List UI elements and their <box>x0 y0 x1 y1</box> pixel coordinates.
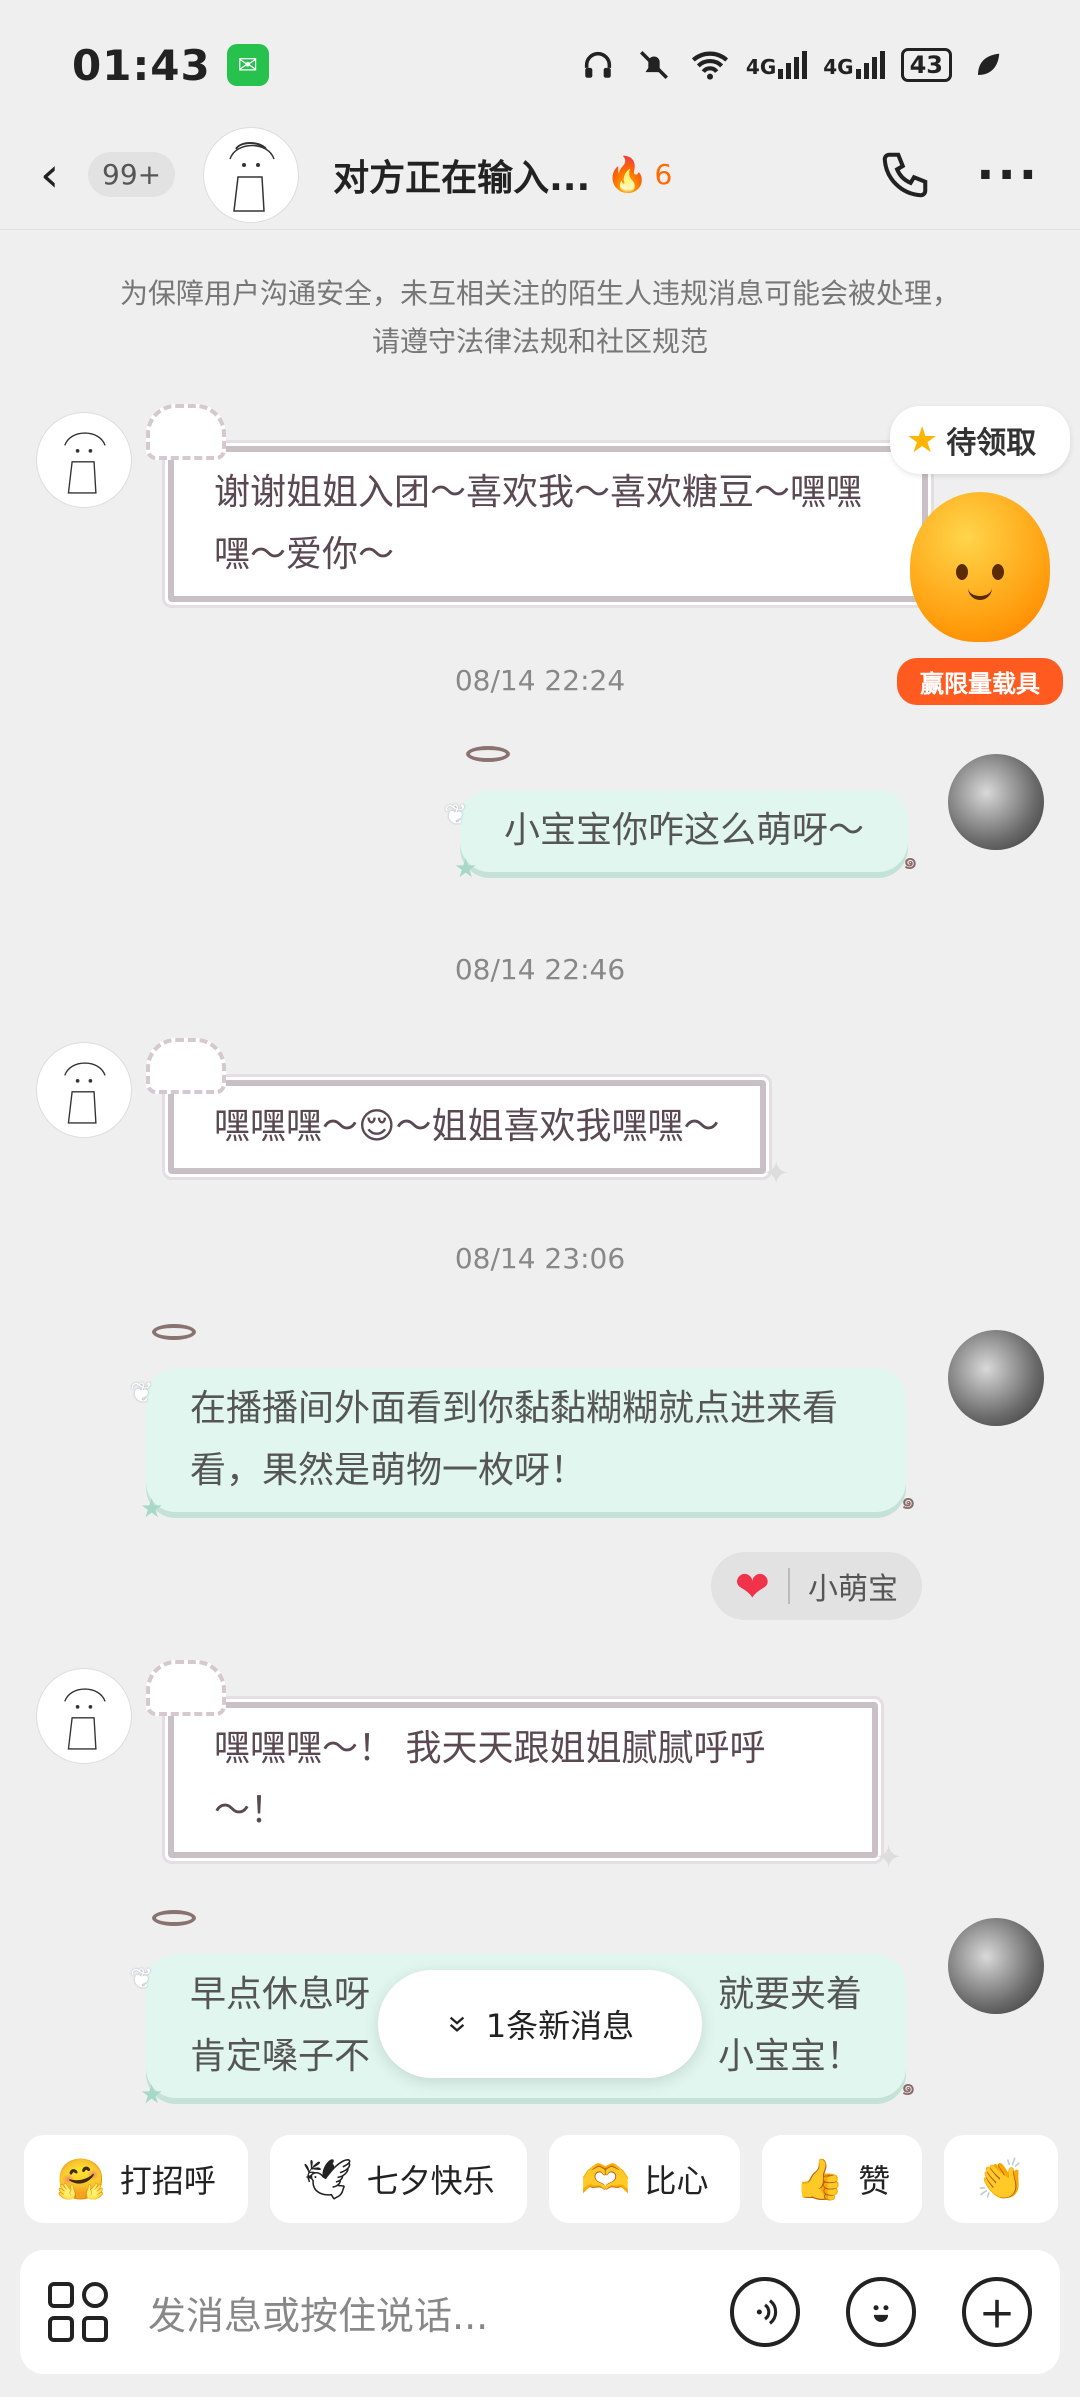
network-type-2: 4G <box>823 55 854 79</box>
safety-notice: 为保障用户沟通安全，未互相关注的陌生人违规消息可能会被处理，请遵守法律法规和社区… <box>119 277 960 358</box>
message-text-part: ～姐姐喜欢我嘿嘿～ <box>395 1106 720 1147</box>
wing-decoration: ❦ <box>130 1376 154 1409</box>
signal-2-icon: 4G <box>823 51 885 79</box>
unread-count-badge[interactable]: 99+ <box>88 152 176 197</box>
new-message-pill[interactable]: 1条新消息 <box>378 1970 702 2078</box>
quick-reply-label: 打招呼 <box>119 2162 216 2200</box>
quick-reply-more[interactable]: 👏 <box>944 2135 1059 2223</box>
clap-emoji-icon: 👏 <box>976 2156 1027 2203</box>
chevron-down-icon <box>446 2005 468 2043</box>
reaction-chip[interactable]: ❤ 小萌宝 <box>710 1552 922 1620</box>
divider <box>788 1568 790 1604</box>
star-decoration: ★ <box>140 2080 164 2110</box>
message-text-part: 小宝宝！ <box>717 2036 862 2077</box>
voice-button[interactable] <box>730 2277 800 2347</box>
heart-icon: ❤ <box>734 1561 770 1611</box>
halo-decoration <box>465 746 510 762</box>
timestamp: 08/14 22:24 <box>454 664 626 697</box>
emoji-button[interactable] <box>846 2277 916 2347</box>
message-text-part: 肯定嗓子不 <box>190 2036 371 2077</box>
reward-pill-label: 待领取 <box>946 426 1037 461</box>
bunny-decoration <box>146 1660 226 1716</box>
chat-title: 对方正在输入... <box>333 157 591 199</box>
message-bubble-outgoing[interactable]: ❦ 小宝宝你咋这么萌呀～ ★ ๑ <box>444 746 918 884</box>
apps-grid-icon[interactable] <box>48 2282 108 2342</box>
message-text-part: 就要夹着 <box>717 1974 862 2015</box>
quick-reply-qixi[interactable]: 🕊 七夕快乐 <box>269 2135 527 2223</box>
message-text-part: 嘿嘿嘿～ <box>214 1106 359 1147</box>
network-type-1: 4G <box>745 55 777 79</box>
message-text-part: 早点休息呀 <box>190 1974 371 2015</box>
reactor-name: 小萌宝 <box>808 1572 898 1607</box>
status-bar: 01:43 ✉ 4G 4G 43 <box>0 0 1080 130</box>
new-message-label: 1条新消息 <box>485 2007 635 2045</box>
star-decoration: ★ <box>140 1494 164 1524</box>
heart-hands-emoji-icon: 🫶 <box>580 2156 631 2203</box>
quick-reply-heart[interactable]: 🫶 比心 <box>548 2135 741 2223</box>
bird-emoji-icon: 🕊 <box>301 2156 353 2203</box>
reward-pill[interactable]: ★ 待领取 <box>890 406 1070 474</box>
relieved-face-emoji-icon: 😌 <box>358 1106 396 1147</box>
timestamp: 08/14 23:06 <box>454 1242 626 1275</box>
quick-replies-bar: 🤗 打招呼 🕊 七夕快乐 🫶 比心 👍 赞 👏 <box>0 2135 1080 2235</box>
quick-reply-greet[interactable]: 🤗 打招呼 <box>24 2135 248 2223</box>
back-button[interactable]: ‹ <box>40 145 80 205</box>
chat-header: ‹ 99+ 对方正在输入... 🔥 6 ··· <box>0 120 1080 230</box>
star-decoration: ★ <box>453 854 478 884</box>
reward-widget[interactable]: ★ 待领取 赢限量载具 <box>890 406 1070 705</box>
leaf-icon <box>968 45 1008 85</box>
thumbs-up-emoji-icon: 👍 <box>794 2156 845 2203</box>
mute-bell-icon <box>634 45 674 85</box>
quick-reply-label: 比心 <box>644 2162 709 2200</box>
contact-avatar[interactable] <box>203 126 300 223</box>
halo-decoration <box>152 1910 196 1926</box>
bunny-decoration <box>146 1038 226 1094</box>
message-bubble-outgoing[interactable]: ❦ 在播播间外面看到你黏黏糊糊就点进来看看，果然是萌物一枚呀！ ★ ๑ <box>130 1324 916 1524</box>
quick-reply-label: 赞 <box>858 2162 891 2200</box>
my-avatar[interactable] <box>948 754 1044 850</box>
wechat-notification-icon: ✉ <box>226 44 269 86</box>
wing-decoration: ❦ <box>130 1962 154 1995</box>
quick-reply-label: 七夕快乐 <box>366 2162 495 2200</box>
message-text: 在播播间外面看到你黏黏糊糊就点进来看看，果然是萌物一枚呀！ <box>190 1388 839 1491</box>
battery-indicator: 43 <box>900 48 952 82</box>
halo-decoration <box>152 1324 196 1340</box>
contact-avatar-msg[interactable] <box>36 1668 132 1764</box>
message-bubble-incoming[interactable]: 嘿嘿嘿～😌～姐姐喜欢我嘿嘿～ ✦ <box>146 1038 790 1192</box>
message-text: 嘿嘿嘿～！ 我天天跟姐姐腻腻呼呼～！ <box>214 1728 766 1831</box>
wifi-icon <box>690 45 730 85</box>
wave-emoji-icon: 🤗 <box>56 2156 106 2203</box>
headphones-icon <box>578 45 618 85</box>
status-icons: 4G 4G 43 <box>578 45 1008 85</box>
mascot-icon[interactable] <box>910 492 1050 642</box>
swirl-decoration: ๑ <box>902 847 918 875</box>
sparkle-decoration: ✦ <box>762 1154 790 1192</box>
message-input[interactable]: 发消息或按住说话... <box>148 2285 488 2340</box>
phone-call-button[interactable] <box>870 140 940 210</box>
star-icon: ★ <box>906 419 939 461</box>
swirl-decoration: ๑ <box>900 1487 916 1515</box>
fire-streak-icon: 🔥 <box>606 154 649 195</box>
more-options-button[interactable]: ··· <box>976 151 1040 199</box>
message-text: 谢谢姐姐入团～喜欢我～喜欢糖豆～嘿嘿嘿～爱你～ <box>214 472 863 575</box>
swirl-decoration: ๑ <box>900 2073 916 2101</box>
add-button[interactable]: ＋ <box>962 2277 1032 2347</box>
message-text: 小宝宝你咋这么萌呀～ <box>503 810 864 851</box>
streak-count: 6 <box>654 158 673 191</box>
my-avatar[interactable] <box>948 1918 1044 2014</box>
signal-1-icon: 4G <box>745 51 808 79</box>
contact-avatar-msg[interactable] <box>36 412 132 508</box>
message-bubble-incoming[interactable]: 谢谢姐姐入团～喜欢我～喜欢糖豆～嘿嘿嘿～爱你～ ✦ <box>146 404 952 620</box>
contact-avatar-msg[interactable] <box>36 1042 132 1138</box>
timestamp: 08/14 22:46 <box>454 953 626 986</box>
wing-decoration: ❦ <box>443 798 468 831</box>
my-avatar[interactable] <box>948 1330 1044 1426</box>
message-input-bar: 发消息或按住说话... ＋ <box>20 2250 1060 2374</box>
bunny-decoration <box>146 404 226 460</box>
status-time: 01:43 <box>72 40 211 90</box>
message-bubble-incoming[interactable]: 嘿嘿嘿～！ 我天天跟姐姐腻腻呼呼～！ ✦ <box>146 1660 902 1876</box>
quick-reply-like[interactable]: 👍 赞 <box>762 2135 923 2223</box>
sparkle-decoration: ✦ <box>875 1838 902 1876</box>
